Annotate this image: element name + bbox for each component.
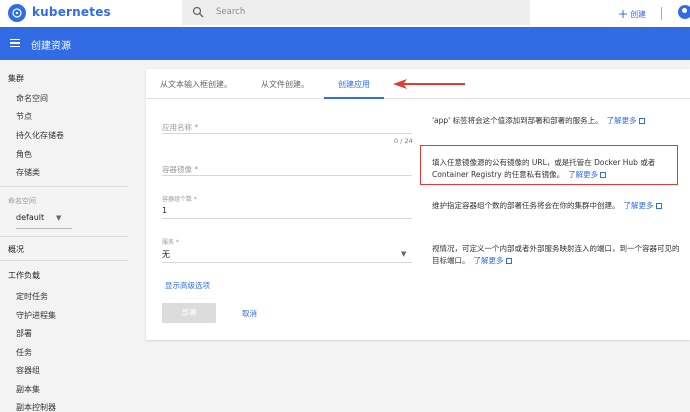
help-service: 视情况，可定义一个内部或者外部服务映射连入的端口，到一个容器可见的目标端口。 了解… [432,243,682,267]
deploy-button[interactable]: 部署 [162,303,216,323]
chevron-down-icon: ▼ [56,214,62,222]
sidebar-item-storage-classes[interactable]: 存储类 [16,167,40,178]
sidebar-item-nodes[interactable]: 节点 [16,111,32,122]
brand-name[interactable]: kubernetes [32,5,111,19]
sidebar-item-replication-controllers[interactable]: 副本控制器 [16,402,56,412]
help-text: 维护指定容器组个数的部署任务将会在你的集群中创建。 [432,201,620,210]
tab-create-from-file[interactable]: 从文件创建。 [261,79,309,90]
sidebar-item-cronjobs[interactable]: 定时任务 [16,291,48,302]
namespace-value: default [16,213,45,222]
learn-more-link[interactable]: 了解更多 [474,256,504,265]
help-app-label: 'app' 标签将会这个值添加到部署和部署的服务上。 了解更多 [432,115,682,127]
sidebar: 集群 命名空间 节点 持久化存储卷 角色 存储类 命名空间 default ▼ … [0,60,128,412]
sidebar-item-namespaces[interactable]: 命名空间 [16,93,48,104]
sidebar-divider [0,260,128,261]
namespace-underline [16,228,72,229]
highlight-box [420,145,678,185]
help-text: 视情况，可定义一个内部或者外部服务映射连入的端口，到一个容器可见的目标端口。 [432,244,680,265]
namespace-label: 命名空间 [8,197,36,205]
search-icon [192,6,204,18]
sidebar-workloads-heading[interactable]: 工作负载 [8,270,40,281]
top-bar: kubernetes Search + 创建 [0,0,690,27]
create-button[interactable]: + 创建 [618,6,647,21]
external-link-icon [655,203,662,209]
page-title: 创建资源 [31,41,71,52]
show-advanced-options-link[interactable]: 显示高级选项 [165,280,210,291]
learn-more-link[interactable]: 了解更多 [607,116,637,125]
container-image-label: 容器镜像 * [162,165,199,174]
namespace-select[interactable]: default ▼ [16,213,61,222]
pod-count-value[interactable]: 1 [162,206,167,215]
sidebar-cluster-heading[interactable]: 集群 [8,73,24,84]
learn-more-link[interactable]: 了解更多 [624,201,654,210]
plus-icon: + [618,7,629,21]
sidebar-item-deployments[interactable]: 部署 [16,328,32,339]
tab-create-app[interactable]: 创建应用 [338,79,370,90]
service-value[interactable]: 无 [162,249,170,260]
active-tab-indicator [324,97,384,99]
container-image-field[interactable] [162,175,412,176]
annotation-arrow-icon [393,79,465,89]
sidebar-divider [0,236,128,237]
sidebar-item-replicasets[interactable]: 副本集 [16,384,40,395]
create-button-label: 创建 [630,10,647,19]
kubernetes-logo-icon[interactable] [8,4,26,22]
external-link-icon [505,258,512,264]
service-select[interactable] [162,262,412,263]
help-pod-count: 维护指定容器组个数的部署任务将会在你的集群中创建。 了解更多 [432,200,682,212]
sidebar-item-pods[interactable]: 容器组 [16,365,40,376]
external-link-icon [638,118,645,124]
app-name-label: 应用名称 * [162,123,199,132]
app-name-counter: 0 / 24 [394,137,413,145]
account-icon[interactable] [678,5,690,19]
app-name-field[interactable] [162,133,412,134]
chevron-down-icon[interactable]: ▼ [401,250,406,258]
sidebar-item-persistent-volumes[interactable]: 持久化存储卷 [16,130,64,141]
sidebar-divider [0,186,128,187]
title-bar: 创建资源 [0,27,690,60]
cancel-button[interactable]: 取消 [242,308,257,319]
search-bar[interactable]: Search [182,0,530,25]
tab-create-from-text[interactable]: 从文本输入框创建。 [160,79,232,90]
sidebar-item-daemonsets[interactable]: 守护进程集 [16,310,56,321]
search-input[interactable]: Search [216,7,245,17]
create-resource-card: 从文本输入框创建。 从文件创建。 创建应用 应用名称 * 0 / 24 容器镜像… [146,69,690,340]
sidebar-item-roles[interactable]: 角色 [16,149,32,160]
service-label: 服务 * [162,239,179,246]
sidebar-item-jobs[interactable]: 任务 [16,347,32,358]
pod-count-label: 容器组个数 * [162,196,197,203]
menu-icon[interactable] [10,39,20,47]
divider [661,7,662,20]
help-text: 'app' 标签将会这个值添加到部署和部署的服务上。 [432,116,603,125]
pod-count-field[interactable] [162,218,412,219]
sidebar-item-overview[interactable]: 概况 [8,244,24,255]
